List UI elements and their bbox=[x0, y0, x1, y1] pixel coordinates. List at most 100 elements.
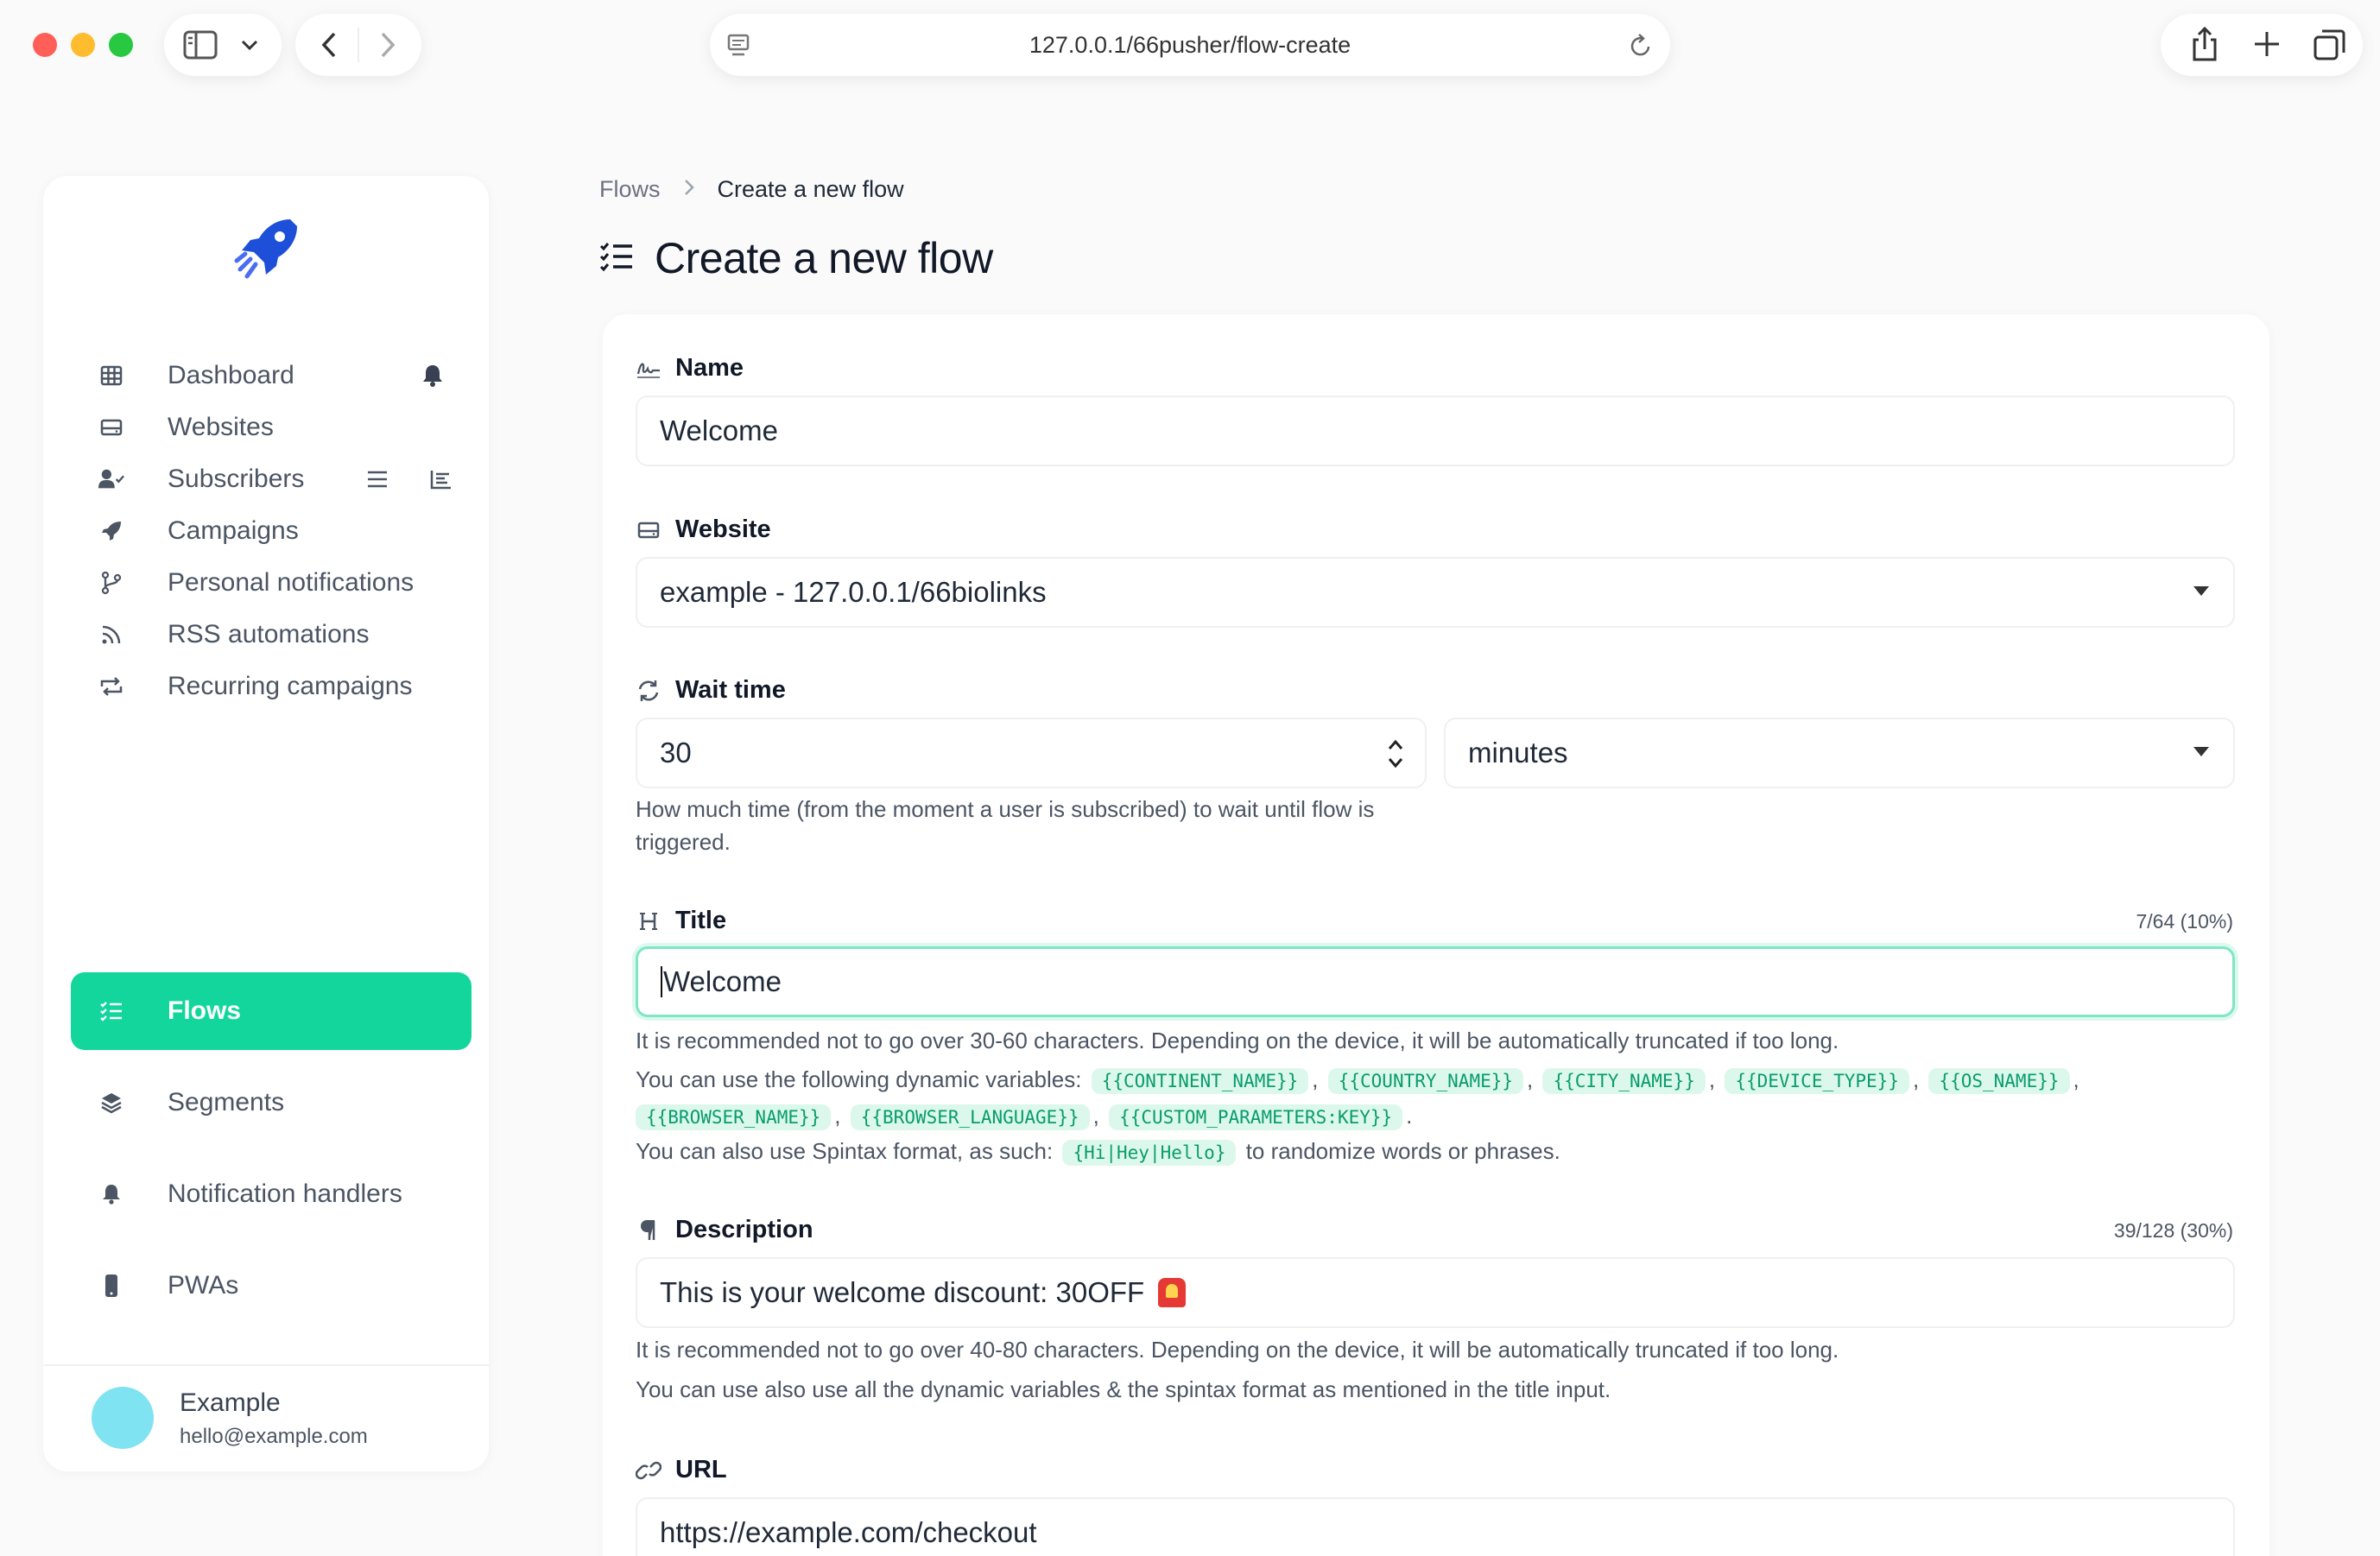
siren-emoji-icon bbox=[1158, 1278, 1187, 1307]
divider bbox=[358, 28, 359, 62]
chevron-right-icon bbox=[683, 176, 695, 203]
breadcrumb-current: Create a new flow bbox=[717, 176, 904, 202]
site-info-icon[interactable] bbox=[725, 33, 751, 59]
variable-chip[interactable]: {{COUNTRY_NAME}} bbox=[1327, 1068, 1524, 1094]
url-input-value: https://example.com/checkout bbox=[660, 1516, 1037, 1548]
wait-time-label: Wait time bbox=[636, 676, 786, 705]
sidebar-item-recurring-campaigns[interactable]: Recurring campaigns bbox=[71, 648, 472, 725]
variable-chip[interactable]: {{DEVICE_TYPE}} bbox=[1725, 1068, 1909, 1094]
sidebar-item-segments[interactable]: Segments bbox=[71, 1064, 472, 1142]
title-input[interactable]: Welcome bbox=[636, 946, 2235, 1017]
url-text: 127.0.0.1/66pusher/flow-create bbox=[1029, 31, 1351, 58]
url-input[interactable]: https://example.com/checkout bbox=[636, 1497, 2235, 1556]
paragraph-icon bbox=[636, 1218, 661, 1243]
website-select[interactable]: example - 127.0.0.1/66biolinks bbox=[636, 557, 2235, 628]
list-icon[interactable] bbox=[364, 466, 390, 492]
sidebar-item-label: Websites bbox=[168, 413, 274, 441]
hard-drive-icon bbox=[98, 414, 124, 440]
sidebar-item-label: Recurring campaigns bbox=[168, 672, 413, 700]
layers-icon bbox=[98, 1090, 124, 1116]
forward-arrow-icon[interactable] bbox=[378, 31, 397, 59]
spintax-example-chip[interactable]: {Hi|Hey|Hello} bbox=[1062, 1140, 1237, 1166]
rocket-icon bbox=[98, 518, 124, 544]
title-input-value: Welcome bbox=[663, 965, 782, 997]
address-bar[interactable]: 127.0.0.1/66pusher/flow-create bbox=[710, 14, 1670, 76]
variable-chip[interactable]: {{CONTINENT_NAME}} bbox=[1091, 1068, 1309, 1094]
caret-down-icon bbox=[2193, 747, 2209, 756]
mobile-icon bbox=[98, 1273, 124, 1299]
refresh-icon bbox=[636, 678, 661, 704]
sidebar-item-pwas[interactable]: PWAs bbox=[71, 1247, 472, 1325]
sidebar-item-label: PWAs bbox=[168, 1271, 239, 1300]
website-select-value: example - 127.0.0.1/66biolinks bbox=[660, 576, 1047, 608]
sidebar-item-label: Personal notifications bbox=[168, 568, 415, 597]
wait-time-help: How much time (from the moment a user is… bbox=[636, 796, 1375, 855]
url-label: URL bbox=[636, 1456, 727, 1484]
sidebar-item-label: Segments bbox=[168, 1088, 285, 1116]
dynamic-variables-help: You can use the following dynamic variab… bbox=[636, 1066, 2079, 1130]
sidebar-toggle-icon[interactable] bbox=[183, 29, 218, 60]
avatar[interactable] bbox=[92, 1387, 154, 1449]
back-arrow-icon[interactable] bbox=[320, 31, 339, 59]
reload-icon[interactable] bbox=[1629, 33, 1653, 59]
bar-chart-icon[interactable] bbox=[428, 466, 454, 492]
wait-time-input[interactable]: 30 bbox=[636, 718, 1427, 788]
chevron-down-icon[interactable] bbox=[240, 36, 259, 54]
divider bbox=[43, 1364, 489, 1366]
sidebar-item-label: Campaigns bbox=[168, 516, 299, 545]
bell-icon[interactable] bbox=[420, 363, 446, 389]
variable-chip[interactable]: {{CITY_NAME}} bbox=[1542, 1068, 1706, 1094]
table-icon bbox=[98, 363, 124, 389]
variable-chip[interactable]: {{CUSTOM_PARAMETERS:KEY}} bbox=[1109, 1104, 1403, 1130]
minimize-window-button[interactable] bbox=[71, 33, 95, 57]
variable-chip[interactable]: {{BROWSER_NAME}} bbox=[636, 1104, 832, 1130]
breadcrumb-link-flows[interactable]: Flows bbox=[599, 176, 661, 203]
user-check-icon bbox=[98, 466, 124, 492]
wait-time-unit-select[interactable]: minutes bbox=[1444, 718, 2235, 788]
list-check-icon bbox=[599, 241, 634, 275]
bell-icon bbox=[98, 1181, 124, 1207]
branch-icon bbox=[98, 570, 124, 596]
sidebar-toggle-group bbox=[164, 14, 282, 76]
repeat-icon bbox=[98, 674, 124, 699]
stepper-arrows-icon[interactable] bbox=[1385, 735, 1406, 773]
new-tab-icon[interactable] bbox=[2252, 29, 2282, 59]
sidebar-item-flows[interactable]: Flows bbox=[71, 972, 472, 1050]
description-help-2: You can use also use all the dynamic var… bbox=[636, 1376, 1611, 1402]
browser-actions bbox=[2161, 14, 2363, 76]
variable-chip[interactable]: {{OS_NAME}} bbox=[1928, 1068, 2070, 1094]
description-char-counter: 39/128 (30%) bbox=[2113, 1219, 2233, 1242]
description-input-value: This is your welcome discount: 30OFF bbox=[660, 1276, 1145, 1308]
sidebar-item-label: Dashboard bbox=[168, 361, 294, 389]
tab-overview-icon[interactable] bbox=[2313, 28, 2347, 62]
hard-drive-icon bbox=[636, 517, 661, 543]
page-heading: Create a new flow bbox=[655, 234, 993, 282]
sidebar: Dashboard Websites Subscribers Campaigns bbox=[43, 176, 489, 1471]
name-input-value: Welcome bbox=[660, 414, 778, 446]
caret-down-icon bbox=[2193, 586, 2209, 596]
close-window-button[interactable] bbox=[33, 33, 57, 57]
description-input[interactable]: This is your welcome discount: 30OFF bbox=[636, 1257, 2235, 1328]
list-check-icon bbox=[98, 998, 124, 1024]
signature-icon bbox=[636, 356, 661, 382]
spintax-help: You can also use Spintax format, as such… bbox=[636, 1138, 1560, 1166]
rocket-logo-icon[interactable] bbox=[230, 211, 306, 287]
title-help: It is recommended not to go over 30-60 c… bbox=[636, 1028, 1839, 1053]
heading-icon bbox=[636, 908, 661, 934]
name-input[interactable]: Welcome bbox=[636, 395, 2235, 466]
share-icon[interactable] bbox=[2190, 26, 2219, 62]
sidebar-item-label: Notification handlers bbox=[168, 1180, 402, 1208]
wait-time-value: 30 bbox=[660, 737, 692, 769]
sidebar-item-label: RSS automations bbox=[168, 620, 370, 648]
variable-chip[interactable]: {{BROWSER_LANGUAGE}} bbox=[850, 1104, 1090, 1130]
name-label: Name bbox=[636, 354, 744, 383]
wait-time-unit-value: minutes bbox=[1468, 737, 1568, 769]
sidebar-item-label: Flows bbox=[168, 996, 242, 1025]
maximize-window-button[interactable] bbox=[109, 33, 133, 57]
browser-chrome: 127.0.0.1/66pusher/flow-create bbox=[0, 0, 2380, 104]
user-email: hello@example.com bbox=[180, 1425, 368, 1448]
sidebar-item-notification-handlers[interactable]: Notification handlers bbox=[71, 1155, 472, 1233]
title-char-counter: 7/64 (10%) bbox=[2136, 910, 2233, 933]
flow-form-card: Name Welcome Website example - 127.0.0.1… bbox=[603, 314, 2269, 1556]
description-label: Description bbox=[636, 1216, 813, 1244]
